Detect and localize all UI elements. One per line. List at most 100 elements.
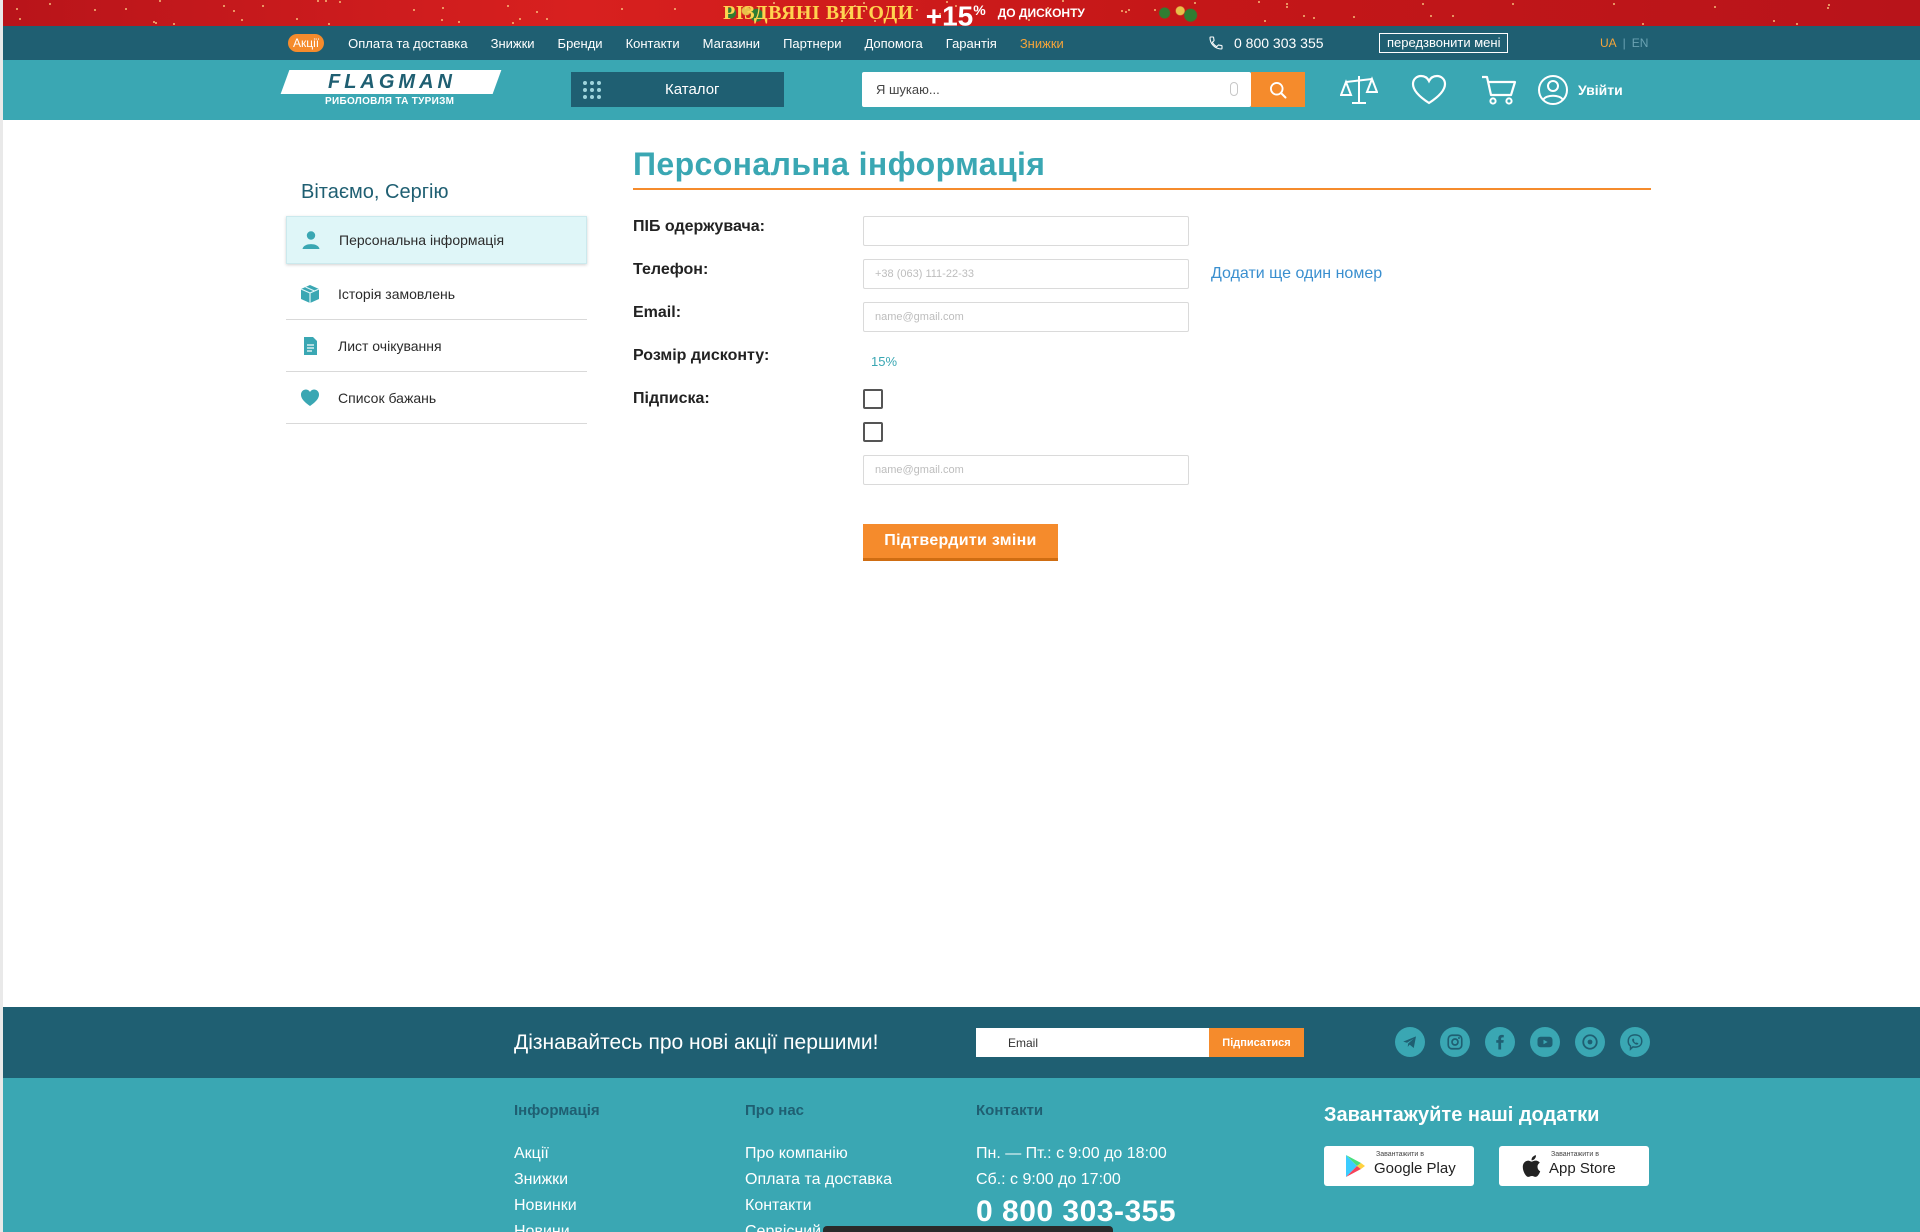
sidebar-item-label: Історія замовлень: [338, 285, 456, 302]
sparkle-decoration: [339, 1, 341, 3]
app-store-button[interactable]: Завантажити в App Store: [1499, 1146, 1649, 1186]
add-phone-link[interactable]: Додати ще один номер: [1211, 265, 1382, 283]
email-label: Email:: [633, 304, 682, 321]
sparkle-decoration: [546, 18, 548, 20]
nav-link-contacts[interactable]: Контакти: [626, 36, 680, 51]
sparkle-decoration: [512, 22, 514, 24]
footer-link[interactable]: Новини: [514, 1219, 600, 1232]
subscribe-button[interactable]: Підписатися: [1209, 1028, 1304, 1057]
callback-button[interactable]: передзвонити мені: [1379, 33, 1509, 53]
page-title: Персональна інформація: [633, 146, 1046, 182]
user-icon: [1538, 75, 1568, 105]
logo-subtitle: РИБОЛОВЛЯ ТА ТУРИЗМ: [325, 96, 455, 107]
phone-contact[interactable]: 0 800 303 355: [1208, 26, 1324, 60]
sparkle-decoration: [262, 5, 264, 7]
cart-button[interactable]: [1479, 70, 1519, 110]
login-button[interactable]: Увійти: [1537, 74, 1623, 106]
sparkle-decoration: [1286, 6, 1288, 8]
google-play-button[interactable]: Завантажити в Google Play: [1324, 1146, 1474, 1186]
sparkle-decoration: [413, 9, 415, 11]
sparkle-decoration: [19, 18, 21, 20]
sparkle-decoration: [1194, 2, 1196, 4]
sparkle-decoration: [519, 18, 521, 20]
apple-icon: [1522, 1155, 1541, 1177]
subscription-checkbox-1[interactable]: [863, 389, 883, 409]
sparkle-decoration: [1430, 15, 1432, 17]
apps-heading: Завантажуйте наші додатки: [1324, 1104, 1600, 1126]
footer-link[interactable]: Акції: [514, 1141, 600, 1167]
google-play-small-label: Завантажити в: [1376, 1151, 1424, 1158]
viber-icon[interactable]: [1620, 1027, 1650, 1057]
sparkle-decoration: [863, 2, 865, 4]
sparkle-decoration: [325, 0, 327, 2]
sparkle-decoration: [1714, 6, 1716, 8]
sparkle-decoration: [1121, 10, 1123, 12]
sparkle-decoration: [1154, 9, 1156, 11]
youtube-icon[interactable]: [1530, 1027, 1560, 1057]
recipient-name-field[interactable]: [863, 216, 1189, 246]
sidebar-item-waitlist[interactable]: Лист очікування: [286, 320, 587, 372]
wishlist-button[interactable]: [1409, 70, 1449, 110]
newsletter-email-input[interactable]: [976, 1028, 1211, 1057]
sparkle-decoration: [916, 9, 918, 11]
sparkle-decoration: [902, 5, 904, 7]
nav-link-brands[interactable]: Бренди: [558, 36, 603, 51]
search-button[interactable]: [1251, 72, 1305, 107]
promo-content: РІЗДВЯНІ ВИГОДИ +15% ДО ДИСКОНТУ: [723, 0, 1085, 27]
footer-link[interactable]: Новинки: [514, 1193, 600, 1219]
promo-banner[interactable]: РІЗДВЯНІ ВИГОДИ +15% ДО ДИСКОНТУ: [3, 0, 1920, 26]
lang-en[interactable]: EN: [1632, 36, 1649, 50]
sparkle-decoration: [159, 0, 161, 2]
sparkle-decoration: [874, 20, 876, 22]
nav-link-promotions[interactable]: Акції: [288, 34, 325, 52]
instagram-icon[interactable]: [1440, 1027, 1470, 1057]
footer-link[interactable]: Контакти: [745, 1193, 892, 1219]
sparkle-decoration: [1303, 15, 1305, 17]
sparkle-decoration: [173, 23, 175, 25]
box-icon: [300, 284, 320, 304]
sidebar-item-personal-info[interactable]: Персональна інформація: [286, 216, 587, 264]
lang-ua[interactable]: UA: [1600, 36, 1617, 50]
footer-link[interactable]: Про компанію: [745, 1141, 892, 1167]
newsletter-cta: Дізнавайтесь про нові акції першими!: [514, 1031, 879, 1054]
sparkle-decoration: [1073, 11, 1075, 13]
discount-value: 15%: [871, 354, 898, 369]
page: РІЗДВЯНІ ВИГОДИ +15% ДО ДИСКОНТУ Акції О…: [0, 0, 1920, 1232]
microphone-icon[interactable]: [1230, 82, 1238, 96]
sparkle-decoration: [233, 10, 235, 12]
header-icons: Увійти: [1339, 70, 1623, 110]
sparkle-decoration: [94, 9, 96, 11]
catalog-button[interactable]: Каталог: [571, 72, 784, 107]
nav-link-stores[interactable]: Магазини: [703, 36, 760, 51]
sparkle-decoration: [1827, 7, 1829, 9]
nav-link-warranty[interactable]: Гарантія: [946, 36, 997, 51]
discount-label: Розмір дисконту:: [633, 347, 770, 364]
sidebar-item-order-history[interactable]: Історія замовлень: [286, 268, 587, 320]
compare-button[interactable]: [1339, 70, 1379, 110]
facebook-icon[interactable]: [1485, 1027, 1515, 1057]
nav-link-partners[interactable]: Партнери: [783, 36, 841, 51]
email-field[interactable]: [863, 302, 1189, 332]
nav-link-payment-delivery[interactable]: Оплата та доставка: [348, 36, 467, 51]
nav-link-discounts[interactable]: Знижки: [491, 36, 535, 51]
footer-link[interactable]: Оплата та доставка: [745, 1167, 892, 1193]
phone-label: Телефон:: [633, 261, 709, 278]
sparkle-decoration: [223, 5, 225, 7]
sparkle-decoration: [1773, 20, 1775, 22]
search-input[interactable]: [862, 72, 1202, 107]
sparkle-decoration: [241, 19, 243, 21]
nav-link-help[interactable]: Допомога: [864, 36, 922, 51]
sparkle-decoration: [49, 3, 51, 5]
telegram-icon[interactable]: [1395, 1027, 1425, 1057]
tiktok-icon[interactable]: [1575, 1027, 1605, 1057]
footer-link[interactable]: Знижки: [514, 1167, 600, 1193]
confirm-changes-button[interactable]: Підтвердити зміни: [863, 524, 1058, 561]
sidebar-item-wishlist[interactable]: Список бажань: [286, 372, 587, 424]
subscription-checkbox-2[interactable]: [863, 422, 883, 442]
site-logo[interactable]: FLAGMAN РИБОЛОВЛЯ ТА ТУРИЗМ: [280, 70, 502, 110]
browser-viewport: РІЗДВЯНІ ВИГОДИ +15% ДО ДИСКОНТУ Акції О…: [3, 0, 1920, 1232]
subscription-email-field[interactable]: [863, 455, 1189, 485]
footer-phone[interactable]: 0 800 303-355: [976, 1195, 1176, 1229]
phone-field[interactable]: [863, 259, 1189, 289]
nav-link-discounts-highlight[interactable]: Знижки: [1020, 36, 1064, 51]
